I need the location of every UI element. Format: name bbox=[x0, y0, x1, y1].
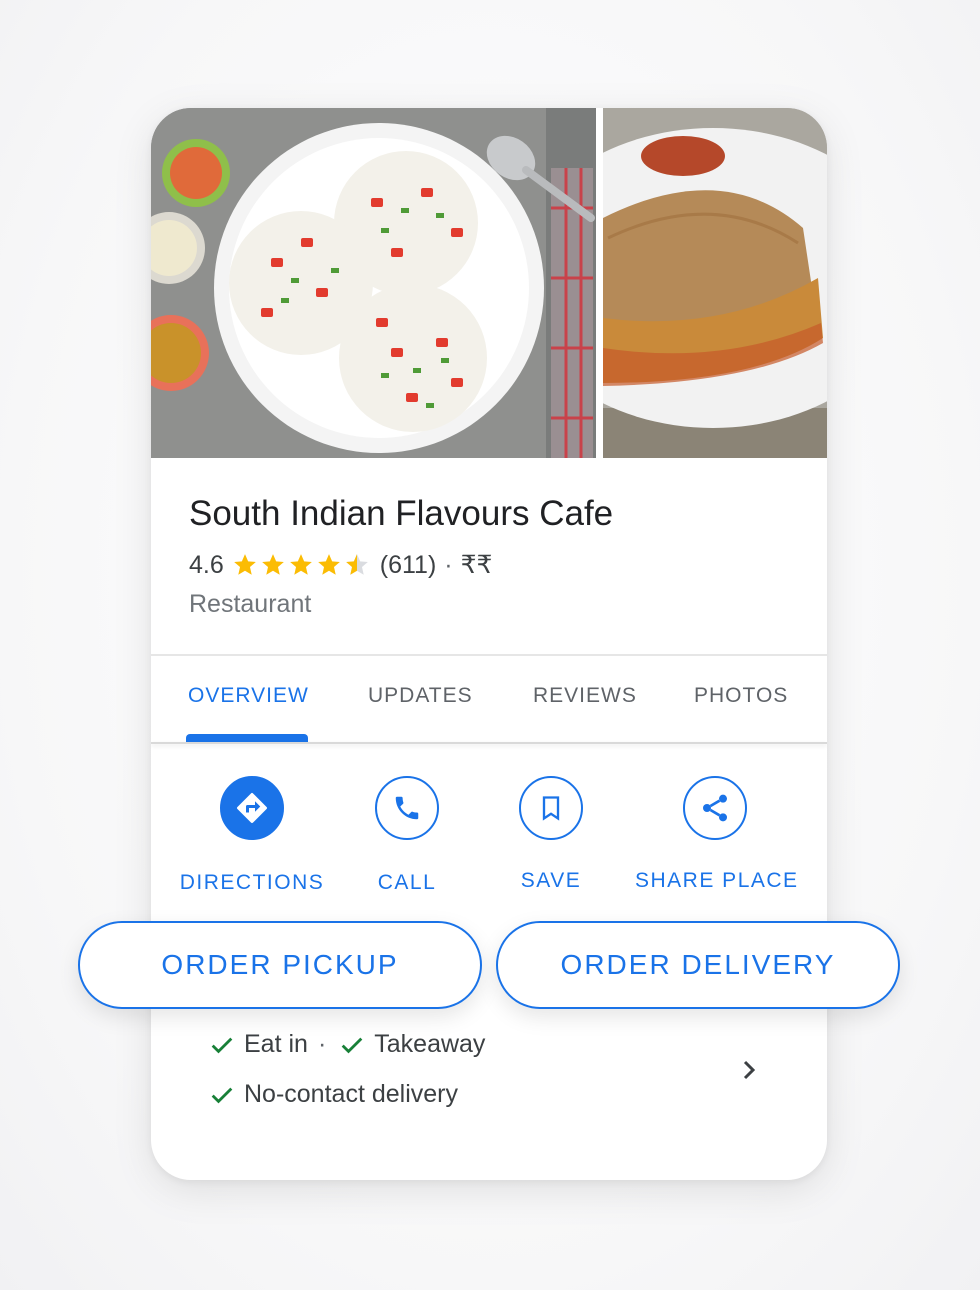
star-icon bbox=[317, 554, 340, 575]
call-button[interactable]: CALL bbox=[327, 776, 487, 895]
check-icon bbox=[211, 1037, 233, 1053]
price-level: ₹₹ bbox=[460, 551, 493, 579]
place-category: Restaurant bbox=[189, 590, 312, 618]
call-label: CALL bbox=[377, 871, 437, 894]
bookmark-icon bbox=[542, 796, 560, 821]
tab-updates[interactable]: UPDATES bbox=[368, 684, 473, 708]
chevron-right-icon[interactable] bbox=[737, 1056, 761, 1084]
directions-label: DIRECTIONS bbox=[179, 871, 325, 894]
review-count: (611) bbox=[379, 550, 437, 579]
tab-overview[interactable]: OVERVIEW bbox=[188, 684, 309, 708]
rating-value: 4.6 bbox=[189, 550, 224, 579]
half-star-icon bbox=[345, 554, 368, 575]
uttapam-plate-photo[interactable] bbox=[151, 108, 596, 458]
order-delivery-button[interactable]: ORDER DELIVERY bbox=[496, 921, 900, 1009]
dosa-plate-photo[interactable] bbox=[603, 108, 827, 458]
price-separator: · bbox=[444, 550, 453, 579]
directions-button[interactable]: DIRECTIONS bbox=[172, 776, 332, 895]
check-icon bbox=[211, 1087, 233, 1103]
tab-reviews[interactable]: REVIEWS bbox=[533, 684, 637, 708]
rating-row[interactable]: 4.6 (611) · ₹₹ bbox=[189, 548, 492, 582]
place-card: South Indian Flavours Cafe 4.6 (611) · ₹… bbox=[151, 108, 827, 1180]
service-row-1: Eat in · Takeaway bbox=[208, 1030, 485, 1059]
share-place-label: SHARE PLACE bbox=[635, 869, 799, 892]
service-takeaway: Takeaway bbox=[374, 1030, 486, 1058]
save-label: SAVE bbox=[520, 869, 582, 892]
directions-icon bbox=[237, 793, 267, 823]
service-eat-in: Eat in bbox=[244, 1030, 308, 1058]
star-icon bbox=[289, 554, 312, 575]
directions-circle bbox=[220, 776, 284, 840]
share-place-button[interactable]: SHARE PLACE bbox=[635, 776, 799, 893]
tabs-divider bbox=[151, 742, 827, 744]
save-button[interactable]: SAVE bbox=[471, 776, 631, 893]
order-pickup-button[interactable]: ORDER PICKUP bbox=[78, 921, 482, 1009]
check-icon bbox=[341, 1037, 363, 1053]
service-row-2: No-contact delivery bbox=[208, 1080, 458, 1109]
save-circle bbox=[519, 776, 583, 840]
call-circle bbox=[375, 776, 439, 840]
tab-photos[interactable]: PHOTOS bbox=[694, 684, 788, 708]
header-divider bbox=[151, 654, 827, 656]
share-icon bbox=[703, 794, 727, 822]
active-tab-indicator bbox=[186, 734, 308, 742]
share-circle bbox=[683, 776, 747, 840]
service-separator: · bbox=[317, 1030, 327, 1058]
star-icon bbox=[233, 554, 256, 575]
star-rating bbox=[232, 552, 372, 578]
place-title: South Indian Flavours Cafe bbox=[189, 494, 614, 533]
phone-icon bbox=[395, 796, 419, 820]
star-icon bbox=[261, 554, 284, 575]
service-no-contact-delivery: No-contact delivery bbox=[244, 1080, 458, 1108]
